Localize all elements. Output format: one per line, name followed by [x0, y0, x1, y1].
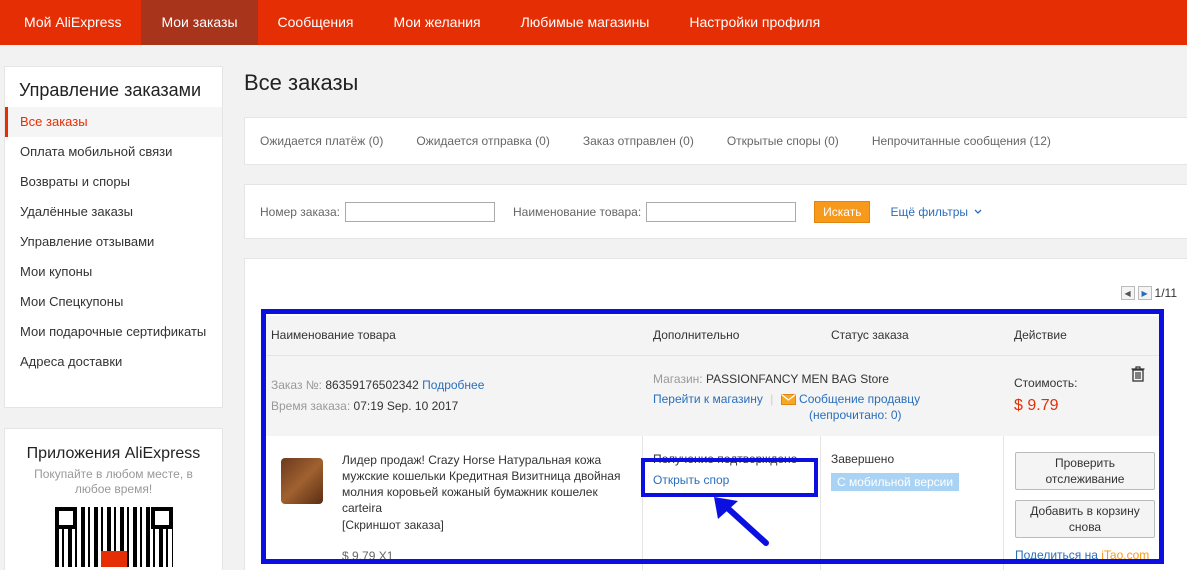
sidebar-item-manage-feedback[interactable]: Управление отзывами — [5, 227, 222, 257]
qr-code — [54, 507, 173, 567]
more-filters-link[interactable]: Ещё фильтры — [890, 205, 982, 219]
pointer-arrow-icon — [714, 497, 769, 546]
sidebar: Управление заказами Все заказы Оплата мо… — [4, 66, 223, 408]
nav-profile-settings[interactable]: Настройки профиля — [669, 0, 840, 45]
chevron-down-icon — [974, 209, 982, 215]
sidebar-item-returns-disputes[interactable]: Возвраты и споры — [5, 167, 222, 197]
apps-subtitle: Покупайте в любом месте, в любое время! — [34, 467, 193, 496]
tab-awaiting-payment[interactable]: Ожидается платёж (0) — [260, 134, 383, 148]
qr-corner — [54, 507, 77, 529]
more-filters-label: Ещё фильтры — [890, 204, 969, 219]
pager: ◀ ▶ 1/11 — [1120, 286, 1177, 300]
top-nav: Мой AliExpress Мои заказы Сообщения Мои … — [0, 0, 1187, 45]
sidebar-item-gift-cards[interactable]: Мои подарочные сертификаты — [5, 317, 222, 347]
prev-page-button[interactable]: ◀ — [1120, 286, 1135, 300]
tab-shipped[interactable]: Заказ отправлен (0) — [583, 134, 694, 148]
sidebar-item-deleted-orders[interactable]: Удалённые заказы — [5, 197, 222, 227]
nav-wishlist[interactable]: Мои желания — [374, 0, 501, 45]
filter-bar: Номер заказа: Наименование товара: Искат… — [244, 184, 1187, 239]
sidebar-item-all-orders[interactable]: Все заказы — [5, 107, 222, 137]
nav-messages[interactable]: Сообщения — [258, 0, 374, 45]
nav-my-orders[interactable]: Мои заказы — [141, 0, 258, 45]
qr-corner — [150, 507, 173, 529]
search-button[interactable]: Искать — [814, 200, 871, 223]
order-number-label: Номер заказа: — [260, 204, 341, 219]
tab-unread-messages[interactable]: Непрочитанные сообщения (12) — [872, 134, 1051, 148]
sidebar-title: Управление заказами — [19, 80, 202, 100]
sidebar-item-mobile-payment[interactable]: Оплата мобильной связи — [5, 137, 222, 167]
page-indicator: 1/11 — [1154, 286, 1177, 300]
page-title: Все заказы — [244, 70, 359, 95]
tab-open-disputes[interactable]: Открытые споры (0) — [727, 134, 839, 148]
product-name-label: Наименование товара: — [513, 204, 642, 219]
apps-panel: Приложения AliExpress Покупайте в любом … — [4, 428, 223, 570]
dispute-highlight-box — [641, 458, 818, 497]
order-number-input[interactable] — [345, 201, 496, 222]
sidebar-item-shipping-addresses[interactable]: Адреса доставки — [5, 347, 222, 377]
sidebar-item-special-coupons[interactable]: Мои Спецкупоны — [5, 287, 222, 317]
tab-awaiting-shipment[interactable]: Ожидается отправка (0) — [416, 134, 550, 148]
next-page-button[interactable]: ▶ — [1137, 286, 1152, 300]
product-name-input[interactable] — [646, 201, 797, 222]
nav-my-aliexpress[interactable]: Мой AliExpress — [0, 0, 141, 45]
apps-title: Приложения AliExpress — [26, 445, 201, 462]
nav-favorite-stores[interactable]: Любимые магазины — [501, 0, 670, 45]
sidebar-item-coupons[interactable]: Мои купоны — [5, 257, 222, 287]
status-tabs: Ожидается платёж (0) Ожидается отправка … — [244, 117, 1187, 165]
